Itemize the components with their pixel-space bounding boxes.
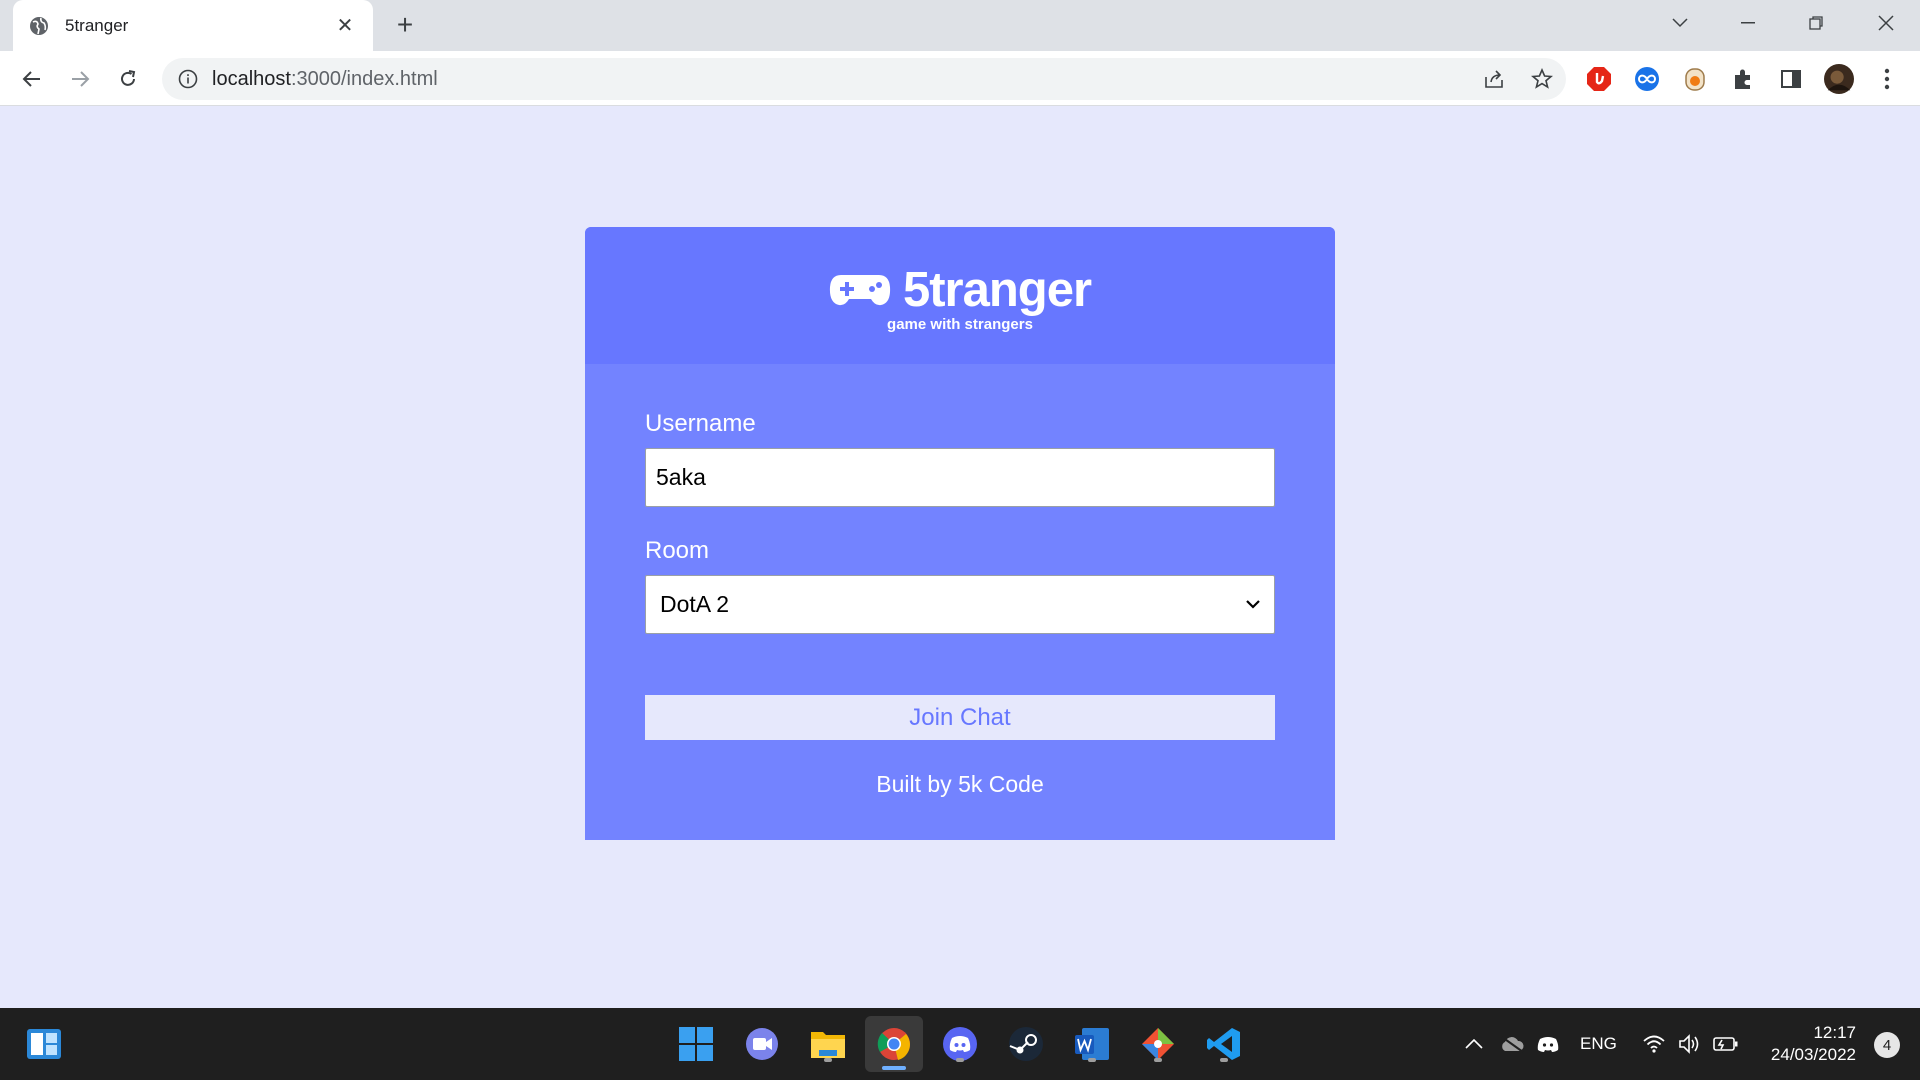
room-value: DotA 2 — [660, 591, 730, 617]
new-tab-button[interactable]: + — [390, 10, 420, 40]
bookmark-star-icon[interactable] — [1530, 67, 1554, 91]
share-icon[interactable] — [1482, 67, 1506, 91]
steam-icon[interactable] — [1006, 1024, 1046, 1064]
username-input[interactable]: 5aka — [645, 448, 1275, 507]
language-indicator[interactable]: ENG — [1580, 1034, 1617, 1054]
tab-search-icon[interactable] — [1660, 8, 1700, 38]
clock-date: 24/03/2022 — [1770, 1045, 1856, 1064]
running-indicator — [1088, 1058, 1096, 1062]
taskbar: ENG 12:17 24/03/2022 4 — [0, 1008, 1920, 1080]
close-window-icon[interactable] — [1866, 8, 1906, 38]
clock[interactable]: 12:17 24/03/2022 — [1771, 1022, 1856, 1066]
running-indicator — [1220, 1058, 1228, 1062]
brand-name: 5tranger — [902, 263, 1092, 317]
tab-title: 5tranger — [65, 15, 129, 35]
start-icon[interactable] — [676, 1024, 716, 1064]
vscode-icon[interactable] — [1204, 1024, 1244, 1064]
discord-icon[interactable] — [940, 1024, 980, 1064]
join-card: 5tranger game with strangers Username 5a… — [585, 227, 1335, 840]
side-panel-icon[interactable] — [1776, 64, 1806, 94]
url-path: :3000/index.html — [290, 67, 438, 90]
browser-tab-strip: 5tranger ✕ + — [0, 0, 1920, 51]
chevron-up-icon[interactable] — [1456, 1024, 1492, 1064]
running-indicator — [956, 1058, 964, 1062]
globe-icon — [29, 16, 49, 36]
reload-button[interactable] — [112, 63, 144, 95]
chrome-icon[interactable] — [865, 1016, 923, 1072]
minimize-icon[interactable] — [1728, 8, 1768, 38]
site-info-icon[interactable] — [178, 69, 198, 89]
footer-credit: Built by 5k Code — [876, 771, 1044, 797]
back-button[interactable] — [16, 63, 48, 95]
running-indicator — [824, 1058, 832, 1062]
clock-time: 12:17 — [1813, 1023, 1856, 1042]
widgets-icon[interactable] — [24, 1024, 64, 1064]
volume-icon[interactable] — [1672, 1024, 1708, 1064]
card-header: 5tranger game with strangers — [585, 227, 1335, 364]
running-indicator — [1154, 1058, 1162, 1062]
extensions-puzzle-icon[interactable] — [1728, 64, 1758, 94]
browser-toolbar: localhost:3000/index.html — [0, 51, 1920, 106]
battery-icon[interactable] — [1708, 1024, 1744, 1064]
file-explorer-icon[interactable] — [808, 1024, 848, 1064]
close-tab-icon[interactable]: ✕ — [333, 13, 357, 38]
active-indicator — [882, 1066, 906, 1070]
gamepad-icon — [829, 273, 891, 307]
onedrive-icon[interactable] — [1494, 1024, 1530, 1064]
url-host: localhost — [212, 67, 291, 90]
join-chat-button[interactable]: Join Chat — [645, 695, 1275, 740]
address-bar[interactable]: localhost:3000/index.html — [162, 58, 1566, 100]
browser-menu-icon[interactable] — [1872, 64, 1902, 94]
room-label: Room — [645, 537, 710, 564]
discord-tray-icon[interactable] — [1530, 1024, 1566, 1064]
room-select[interactable]: DotA 2 — [645, 575, 1275, 634]
word-icon[interactable] — [1072, 1024, 1112, 1064]
teams-chat-icon[interactable] — [742, 1024, 782, 1064]
brand: 5tranger — [829, 262, 1092, 318]
forward-button[interactable] — [64, 63, 96, 95]
browser-tab[interactable]: 5tranger ✕ — [13, 0, 373, 51]
join-form: Username 5aka Room DotA 2 Join Chat Buil… — [585, 364, 1335, 798]
chevron-down-icon — [1246, 600, 1260, 609]
username-value: 5aka — [656, 464, 706, 490]
infinity-extension-icon[interactable] — [1632, 64, 1662, 94]
username-label: Username — [645, 410, 756, 437]
honey-extension-icon[interactable] — [1680, 64, 1710, 94]
tagline: game with strangers — [887, 316, 1033, 333]
wifi-icon[interactable] — [1636, 1024, 1672, 1064]
profile-avatar[interactable] — [1824, 64, 1854, 94]
adblock-extension-icon[interactable] — [1584, 64, 1614, 94]
restore-icon[interactable] — [1796, 8, 1836, 38]
notification-badge[interactable]: 4 — [1874, 1032, 1900, 1058]
git-tool-icon[interactable] — [1138, 1024, 1178, 1064]
